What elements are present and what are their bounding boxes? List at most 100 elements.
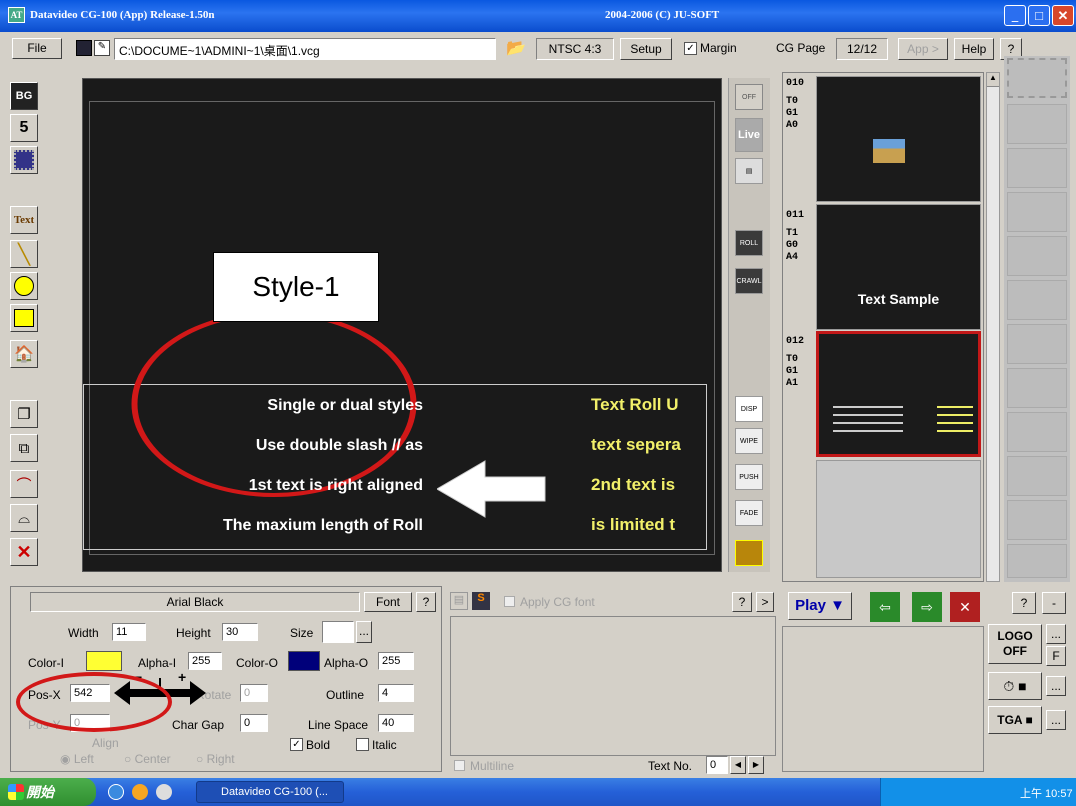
outline-input[interactable]: 4	[378, 684, 414, 702]
delete-tool-icon[interactable]: ✕	[10, 538, 38, 566]
minimize-button[interactable]: _	[1004, 5, 1026, 26]
format-display[interactable]: NTSC 4:3	[536, 38, 614, 60]
maximize-button[interactable]: □	[1028, 5, 1050, 26]
logo-slot[interactable]	[1007, 236, 1067, 276]
logo-slot[interactable]	[1007, 192, 1067, 232]
push-button[interactable]: PUSH	[735, 464, 763, 490]
alpha-o-input[interactable]: 255	[378, 652, 414, 670]
text-no-next[interactable]: ▶	[748, 756, 764, 774]
ellipse-tool-icon[interactable]	[10, 272, 38, 300]
display-icon[interactable]: ▤	[735, 158, 763, 184]
wipe-button[interactable]: WIPE	[735, 428, 763, 454]
bold-checkbox[interactable]: ✓	[290, 738, 303, 751]
rotate-input[interactable]: 0	[240, 684, 268, 702]
alpha-i-input[interactable]: 255	[188, 652, 222, 670]
text-no-input[interactable]: 0	[706, 756, 728, 774]
line-tool-icon[interactable]: ╲	[10, 240, 38, 268]
setup-button[interactable]: Setup	[620, 38, 672, 60]
align-left-radio[interactable]: ◉ Left	[60, 752, 94, 766]
logo-dots-button[interactable]: ...	[1046, 624, 1066, 644]
grid-tool-icon[interactable]	[10, 146, 38, 174]
empty-page-slot[interactable]	[816, 460, 981, 578]
insert-page-icon[interactable]: ⇦	[870, 592, 900, 622]
arc2-tool-icon[interactable]: ⌓	[10, 504, 38, 532]
char-gap-input[interactable]: 0	[240, 714, 268, 732]
font-help-button[interactable]: ?	[416, 592, 436, 612]
off-button[interactable]: OFF	[735, 84, 763, 110]
play-button[interactable]: Play ▼	[788, 592, 852, 620]
logo-slot[interactable]	[1007, 280, 1067, 320]
size-button[interactable]: ...	[356, 621, 372, 643]
page-012-thumbnail[interactable]	[816, 331, 981, 457]
replace-page-icon[interactable]: ⇨	[912, 592, 942, 622]
apply-cg-font-checkbox[interactable]	[504, 596, 515, 607]
taskbar-app-button[interactable]: Datavideo CG-100 (...	[196, 781, 344, 803]
text-edit-icon[interactable]: ▤	[450, 592, 468, 610]
line-space-input[interactable]: 40	[378, 714, 414, 732]
text-no-prev[interactable]: ◀	[730, 756, 746, 774]
text-tool[interactable]: Text	[10, 206, 38, 234]
text-content-area[interactable]	[450, 616, 776, 756]
layer-tool-icon[interactable]: ⧉	[10, 434, 38, 462]
clock-toggle-icon[interactable]: ⏱ ■	[988, 672, 1042, 700]
desktop-quicklaunch-icon[interactable]	[156, 784, 172, 800]
new-file-icon[interactable]: ✎	[94, 40, 110, 56]
page-list-scrollbar[interactable]: ▲	[986, 72, 1000, 582]
bg-tool[interactable]: BG	[10, 82, 38, 110]
clock-dots-button[interactable]: ...	[1046, 676, 1066, 696]
save-icon[interactable]	[76, 40, 92, 56]
logo-slot[interactable]	[1007, 500, 1067, 540]
text-next-button[interactable]: >	[756, 592, 774, 612]
font-button[interactable]: Font	[364, 592, 412, 612]
media-quicklaunch-icon[interactable]	[132, 784, 148, 800]
page-010-thumbnail[interactable]	[816, 76, 981, 202]
text-help-button[interactable]: ?	[732, 592, 752, 612]
help-button[interactable]: Help	[954, 38, 994, 60]
delete-page-icon[interactable]: ✕	[950, 592, 980, 622]
italic-checkbox[interactable]	[356, 738, 369, 751]
tga-button[interactable]: TGA ■	[988, 706, 1042, 734]
logo-slot[interactable]	[1007, 368, 1067, 408]
logo-slot[interactable]	[1007, 324, 1067, 364]
logo-slot[interactable]	[1007, 148, 1067, 188]
margin-checkbox[interactable]: ✓	[684, 42, 697, 55]
preview-button[interactable]	[735, 540, 763, 566]
arc-tool-icon[interactable]: ⌒	[10, 470, 38, 498]
rectangle-tool-icon[interactable]	[10, 304, 38, 332]
fade-button[interactable]: FADE	[735, 500, 763, 526]
size-input[interactable]	[322, 621, 354, 643]
align-center-radio[interactable]: ○ Center	[124, 752, 171, 766]
image-tool-icon[interactable]: 🏠	[10, 340, 38, 368]
align-right-radio[interactable]: ○ Right	[196, 752, 235, 766]
color-i-swatch[interactable]	[86, 651, 122, 671]
width-input[interactable]: 11	[112, 623, 146, 641]
logo-f-button[interactable]: F	[1046, 646, 1066, 666]
logo-slot[interactable]	[1007, 104, 1067, 144]
close-button[interactable]: ✕	[1052, 5, 1074, 26]
live-button[interactable]: Live	[735, 118, 763, 152]
logo-slot[interactable]	[1007, 456, 1067, 496]
logo-help-button[interactable]: ?	[1012, 592, 1036, 614]
file-button[interactable]: File	[12, 38, 62, 59]
file-path-field[interactable]: C:\DOCUME~1\ADMINI~1\桌面\1.vcg	[114, 38, 496, 60]
swap-icon[interactable]: S	[472, 592, 490, 610]
height-input[interactable]: 30	[222, 623, 258, 641]
open-folder-icon[interactable]: 📂	[506, 38, 528, 60]
page-011-thumbnail[interactable]: Text Sample	[816, 204, 981, 330]
logo-off-button[interactable]: LOGO OFF	[988, 624, 1042, 664]
color-o-swatch[interactable]	[288, 651, 320, 671]
multiline-checkbox[interactable]	[454, 760, 465, 771]
crawl-button[interactable]: CRAWL	[735, 268, 763, 294]
tga-dots-button[interactable]: ...	[1046, 710, 1066, 730]
copy-tool-icon[interactable]: ❐	[10, 400, 38, 428]
disp-button[interactable]: DISP	[735, 396, 763, 422]
roll-button[interactable]: ROLL	[735, 230, 763, 256]
ie-quicklaunch-icon[interactable]	[108, 784, 124, 800]
logo-slot[interactable]	[1007, 412, 1067, 452]
logo-slot[interactable]	[1007, 544, 1067, 578]
logo-minus-button[interactable]: -	[1042, 592, 1066, 614]
logo-slot[interactable]	[1007, 58, 1067, 98]
page-number-tool[interactable]: 5	[10, 114, 38, 142]
canvas[interactable]: Single or dual styles Use double slash /…	[82, 78, 722, 572]
app-button[interactable]: App >	[898, 38, 948, 60]
